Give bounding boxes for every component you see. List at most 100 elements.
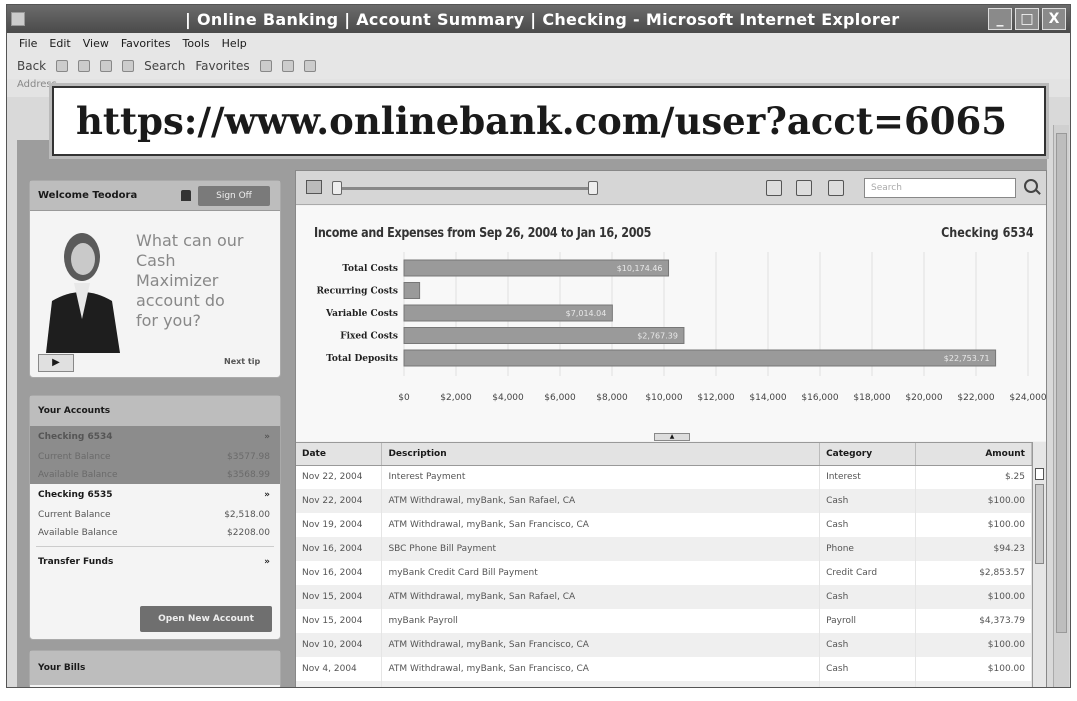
url-callout: https://www.onlinebank.com/user?acct=606… [52,86,1046,156]
account-name[interactable]: Checking 6534 [38,432,113,442]
table-row[interactable]: Nov 16, 2004 SBC Phone Bill Payment Phone $… [296,537,1032,561]
table-row[interactable]: Nov 19, 2004 ATM Withdrawal, myBank, San … [296,513,1032,537]
next-tip-link[interactable]: Next tip [224,357,260,366]
date-range-slider[interactable] [334,187,594,190]
table-row[interactable]: Nov 15, 2004 ATM Withdrawal, myBank, San … [296,585,1032,609]
mail-icon[interactable] [281,60,294,72]
print-icon[interactable] [766,180,782,196]
category-cell: Cash [819,657,917,681]
folder-icon[interactable] [828,180,844,196]
page-scroll-thumb[interactable] [1056,133,1067,633]
x-tick-label: $4,000 [492,393,524,403]
search-button[interactable]: Search [144,59,185,73]
category-label: Fixed Costs [340,332,398,342]
x-tick-label: $0 [398,393,410,403]
promo-line: Cash Maximizer [136,251,219,290]
play-button[interactable]: ▶ [38,354,74,372]
table-scrollbar[interactable] [1032,442,1046,687]
table-row[interactable]: Nov 15, 2004 myBank Payroll Payroll $4,373.… [296,609,1032,633]
open-new-account-button[interactable]: Open New Account [140,606,272,632]
category-cell: Phone [819,537,917,561]
table-row[interactable]: Nov 16, 2004 myBank Credit Card Bill Paym… [296,561,1032,585]
chevron-right-icon[interactable]: » [264,490,270,500]
menu-file[interactable]: File [19,37,37,50]
description-cell: Interest Payment [381,465,821,489]
grid-view-icon[interactable] [306,180,322,194]
scroll-thumb[interactable] [1035,484,1044,564]
table-row[interactable]: Nov 10, 2004 ATM Withdrawal, myBank, San … [296,633,1032,657]
promo-line: What can our [136,231,244,250]
bar-chart: $0 $2,000 $4,000 $6,000 $8,000 $10,000 $12,000… [316,252,1046,403]
search-input[interactable]: Search [864,178,1016,198]
search-icon[interactable] [1024,179,1038,193]
menu-tools[interactable]: Tools [183,37,210,50]
print-icon[interactable] [303,60,316,72]
description-cell: myBank Payroll [381,609,821,633]
amount-cell: $2,853.57 [915,561,1032,585]
amount-cell: $100.00 [915,513,1032,537]
table-row[interactable]: Nov 22, 2004 ATM Withdrawal, myBank, San … [296,489,1032,513]
history-icon[interactable] [259,60,272,72]
amount-cell: $10.00 [915,681,1032,687]
amount-cell: $100.00 [915,633,1032,657]
transfer-label[interactable]: Transfer Funds [38,557,113,567]
balance-label: Available Balance [38,470,118,480]
refresh-icon[interactable] [100,60,113,72]
description-cell: myBank Credit Card Bill Payment [381,681,821,687]
forward-icon[interactable] [56,60,69,72]
chart-toolbar: Search [296,171,1046,205]
date-cell: Nov 3, 2004 [296,681,383,687]
category-column-header[interactable]: Category [819,443,917,466]
bar [403,282,421,299]
page-scrollbar[interactable] [1053,125,1069,687]
minimize-button[interactable]: _ [988,8,1012,30]
transfer-funds-link[interactable]: Transfer Funds » [30,551,280,573]
maximize-button[interactable]: □ [1015,8,1039,30]
chevron-right-icon[interactable]: » [264,432,270,442]
back-button[interactable]: Back [17,59,46,73]
divider [36,546,274,547]
document-icon[interactable] [796,180,812,196]
panel-resize-handle[interactable]: ▲ [654,433,690,441]
balance-label: Available Balance [38,528,118,538]
home-icon[interactable] [122,60,135,72]
amount-cell: $94.23 [915,537,1032,561]
menu-help[interactable]: Help [222,37,247,50]
table-row[interactable]: Nov 22, 2004 Interest Payment Interest $.25 [296,465,1032,489]
account-name[interactable]: Checking 6535 [38,490,113,500]
amount-column-header[interactable]: Amount [915,443,1032,466]
account-item-6535[interactable]: Checking 6535» Current Balance $2,518.00 … [30,484,280,542]
table-row[interactable]: Nov 3, 2004myBank Credit Card Bill Payme… [296,681,1032,687]
window-title: | Online Banking | Account Summary | Che… [185,9,900,29]
income-expenses-chart: $0 $2,000 $4,000 $6,000 $8,000 $10,000 $12,000… [296,206,1046,441]
menu-favorites[interactable]: Favorites [121,37,171,50]
menu-view[interactable]: View [83,37,109,50]
date-cell: Nov 15, 2004 [296,609,383,633]
x-tick-label: $8,000 [596,393,628,403]
account-item-6534[interactable]: Checking 6534 » Current Balance $3577.98 A… [30,426,280,484]
menu-edit[interactable]: Edit [49,37,70,50]
balance-label: Current Balance [38,510,111,520]
favorites-button[interactable]: Favorites [195,59,249,73]
description-cell: ATM Withdrawal, myBank, San Francisco, C… [381,633,821,657]
accounts-header: Your Accounts [30,396,280,426]
date-column-header[interactable]: Date [296,443,383,466]
stop-icon[interactable] [78,60,91,72]
promo-text[interactable]: What can our Cash Maximizer account do f… [136,231,246,331]
close-button[interactable]: X [1042,8,1066,30]
category-cell: Payroll [819,609,917,633]
date-cell: Nov 15, 2004 [296,585,383,609]
description-column-header[interactable]: Description [381,443,821,466]
sign-off-button[interactable]: Sign Off [198,186,270,206]
date-cell: Nov 19, 2004 [296,513,383,537]
table-row[interactable]: Nov 4, 2004 ATM Withdrawal, myBank, San F… [296,657,1032,681]
slider-start-handle[interactable] [332,181,342,195]
chevron-right-icon[interactable]: » [264,557,270,567]
category-cell: Cash [819,633,917,657]
scroll-up-button[interactable] [1035,468,1044,480]
x-tick-label: $14,000 [749,393,786,403]
amount-cell: $.25 [915,465,1032,489]
x-tick-label: $6,000 [544,393,576,403]
slider-end-handle[interactable] [588,181,598,195]
category-cell: Cash [819,513,917,537]
